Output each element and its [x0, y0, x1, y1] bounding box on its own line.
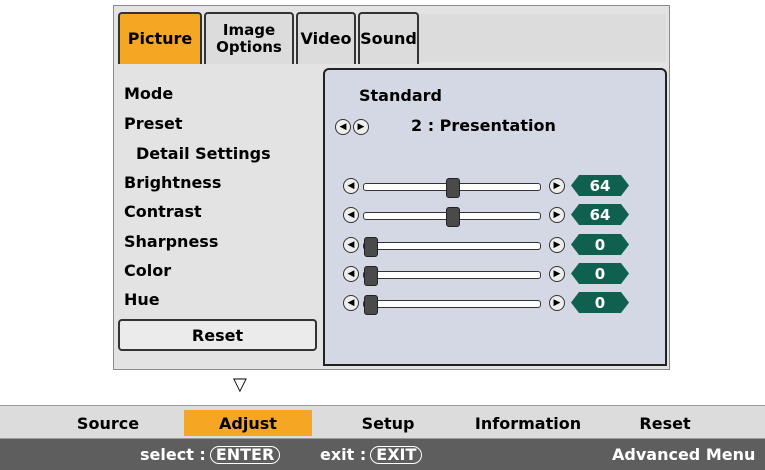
- sharpness-label[interactable]: Sharpness: [124, 232, 218, 251]
- main-menu-bar: Source Adjust Setup Information Reset: [0, 405, 765, 439]
- hue-slider[interactable]: ◀ ▶ 0: [325, 292, 669, 315]
- down-arrow-icon: ▽: [233, 374, 247, 395]
- enter-key-badge: ENTER: [209, 446, 281, 464]
- slider-track[interactable]: [363, 207, 541, 227]
- picture-settings-panel: Picture Image Options Video Sound Mode P…: [113, 5, 670, 370]
- advanced-menu-label[interactable]: Advanced Menu: [612, 445, 755, 464]
- slider-track[interactable]: [363, 295, 541, 315]
- slider-track[interactable]: [363, 237, 541, 257]
- select-label: select :: [140, 445, 206, 464]
- tab-picture[interactable]: Picture: [118, 12, 202, 64]
- tab-sound[interactable]: Sound: [358, 12, 419, 64]
- color-value-badge: 0: [571, 263, 629, 284]
- detail-settings-label[interactable]: Detail Settings: [136, 144, 271, 163]
- menu-reset[interactable]: Reset: [620, 410, 710, 436]
- slider-knob[interactable]: [446, 207, 460, 227]
- right-arrow-icon[interactable]: ▶: [549, 237, 565, 253]
- slider-knob[interactable]: [446, 178, 460, 198]
- contrast-slider[interactable]: ◀ ▶ 64: [325, 204, 669, 227]
- right-arrow-icon[interactable]: ▶: [353, 118, 369, 135]
- sharpness-slider[interactable]: ◀ ▶ 0: [325, 234, 669, 257]
- color-slider[interactable]: ◀ ▶ 0: [325, 263, 669, 286]
- mode-label[interactable]: Mode: [124, 84, 173, 103]
- right-arrow-icon[interactable]: ▶: [549, 178, 565, 194]
- menu-adjust[interactable]: Adjust: [184, 410, 312, 436]
- left-arrow-icon[interactable]: ◀: [335, 118, 351, 135]
- slider-track[interactable]: [363, 178, 541, 198]
- left-arrow-icon[interactable]: ◀: [343, 178, 359, 194]
- left-arrow-icon[interactable]: ◀: [343, 295, 359, 311]
- preset-label[interactable]: Preset: [124, 114, 183, 133]
- tab-bar-filler: [419, 14, 666, 62]
- brightness-value-badge: 64: [571, 175, 629, 196]
- preset-value: 2 : Presentation: [411, 116, 556, 135]
- contrast-value-badge: 64: [571, 204, 629, 225]
- color-label[interactable]: Color: [124, 261, 171, 280]
- tab-video[interactable]: Video: [296, 12, 356, 64]
- right-arrow-icon[interactable]: ▶: [549, 266, 565, 282]
- sharpness-value-badge: 0: [571, 234, 629, 255]
- contrast-label[interactable]: Contrast: [124, 202, 202, 221]
- right-arrow-icon[interactable]: ▶: [549, 207, 565, 223]
- menu-source[interactable]: Source: [58, 410, 158, 436]
- slider-track[interactable]: [363, 266, 541, 286]
- menu-setup[interactable]: Setup: [346, 410, 430, 436]
- exit-label: exit :: [320, 445, 367, 464]
- brightness-slider[interactable]: ◀ ▶ 64: [325, 175, 669, 198]
- slider-knob[interactable]: [364, 266, 378, 286]
- brightness-label[interactable]: Brightness: [124, 173, 221, 192]
- right-arrow-icon[interactable]: ▶: [549, 295, 565, 311]
- mode-value[interactable]: Standard: [359, 86, 442, 105]
- values-pane: Standard ◀ ▶ 2 : Presentation ◀ ▶ 64 ◀ ▶ …: [323, 68, 667, 366]
- select-hint: select : ENTER: [140, 445, 281, 464]
- exit-hint: exit : EXIT: [320, 445, 423, 464]
- exit-key-badge: EXIT: [370, 446, 423, 464]
- left-arrow-icon[interactable]: ◀: [343, 266, 359, 282]
- preset-arrows[interactable]: ◀ ▶: [335, 116, 371, 135]
- menu-information[interactable]: Information: [458, 410, 598, 436]
- left-arrow-icon[interactable]: ◀: [343, 207, 359, 223]
- left-arrow-icon[interactable]: ◀: [343, 237, 359, 253]
- hue-value-badge: 0: [571, 292, 629, 313]
- slider-knob[interactable]: [364, 295, 378, 315]
- hue-label[interactable]: Hue: [124, 290, 160, 309]
- reset-button[interactable]: Reset: [118, 319, 317, 351]
- tab-image-options[interactable]: Image Options: [204, 12, 294, 64]
- slider-knob[interactable]: [364, 237, 378, 257]
- status-bar: select : ENTER exit : EXIT Advanced Menu: [0, 439, 765, 470]
